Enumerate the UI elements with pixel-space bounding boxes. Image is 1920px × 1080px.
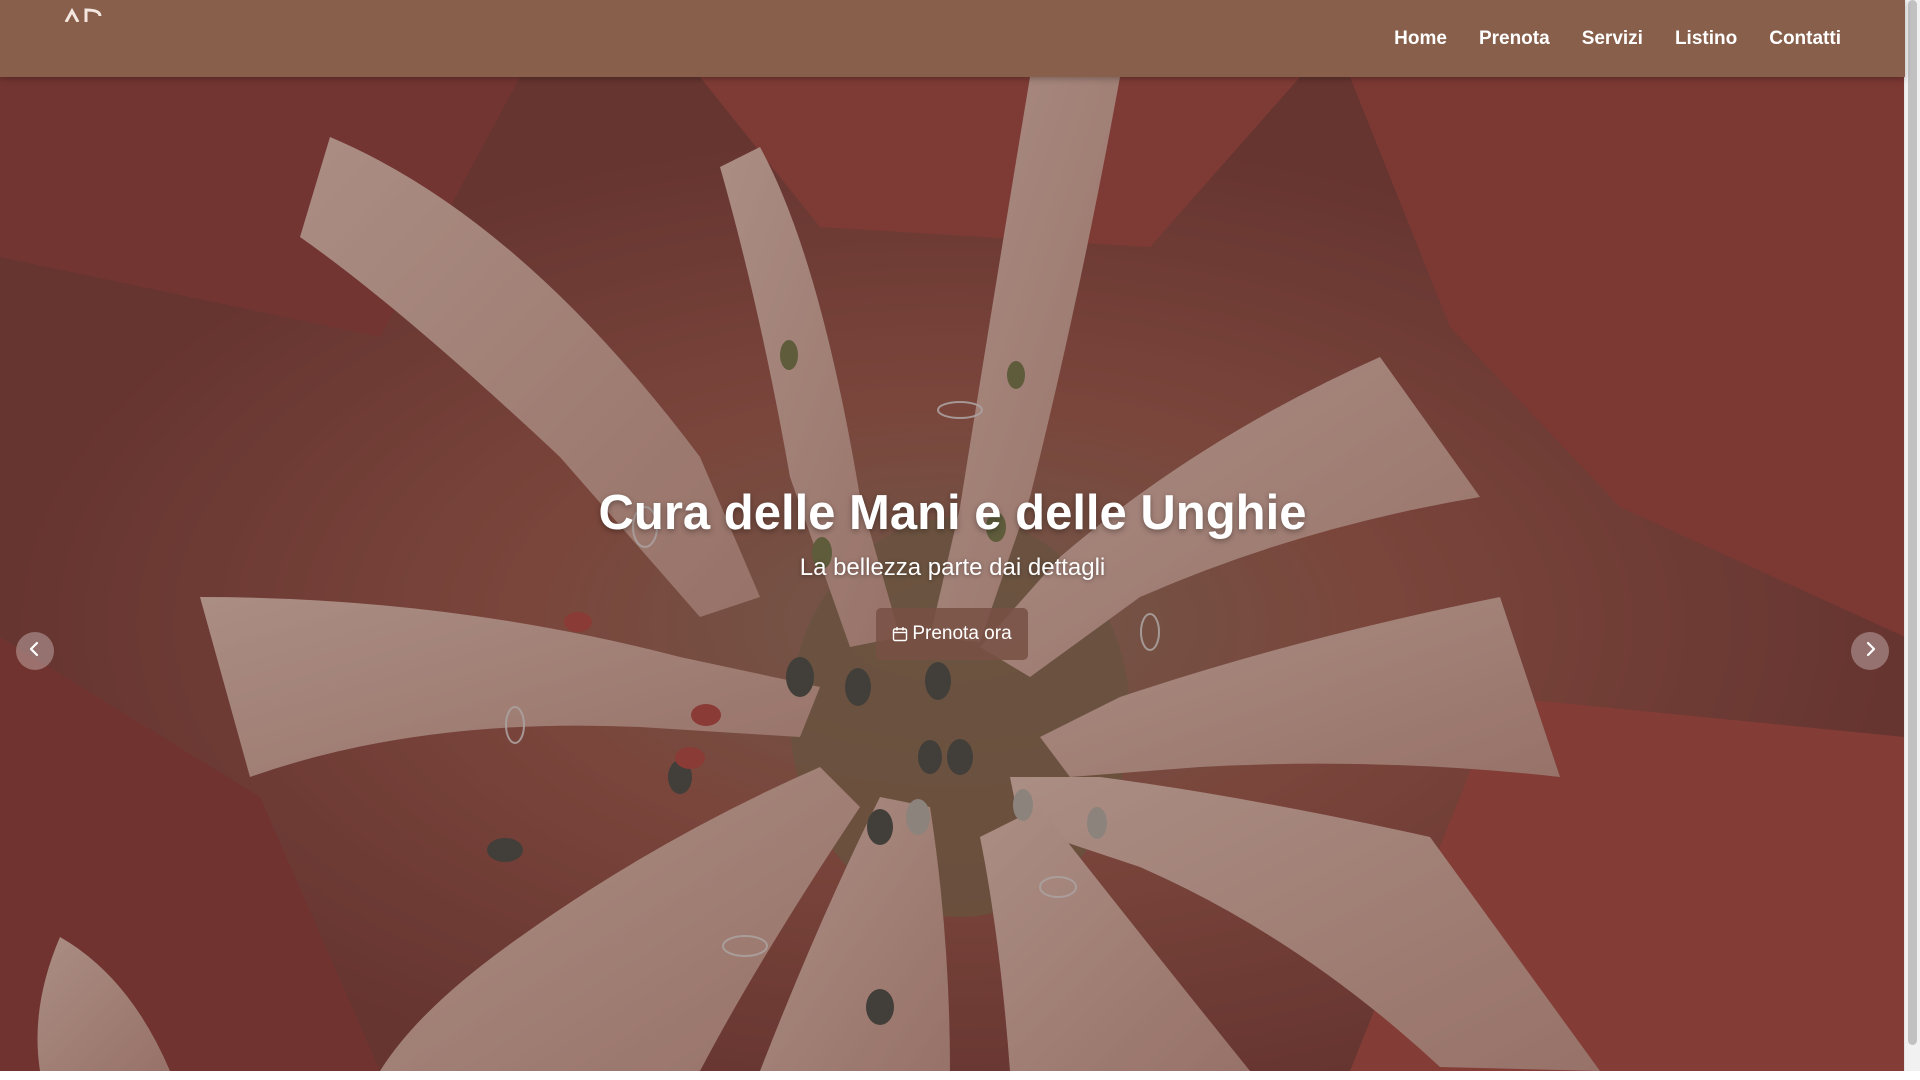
page-scrollbar[interactable] [1904,0,1920,1071]
chevron-right-icon [1863,641,1877,662]
main-nav: Home Prenota Servizi Listino Contatti [1378,0,1857,77]
brand-logo[interactable] [60,8,120,22]
calendar-icon [892,626,908,642]
nav-servizi-link[interactable]: Servizi [1566,0,1659,77]
carousel-prev-button[interactable] [16,632,54,670]
carousel-next-button[interactable] [1851,632,1889,670]
book-now-label: Prenota ora [912,623,1012,644]
chevron-left-icon [28,641,42,662]
nav-listino-link[interactable]: Listino [1659,0,1753,77]
scrollbar-thumb[interactable] [1908,0,1917,1045]
nav-home-link[interactable]: Home [1378,0,1463,77]
nav-contatti-link[interactable]: Contatti [1753,0,1857,77]
nav-prenota-link[interactable]: Prenota [1463,0,1566,77]
page: Home Prenota Servizi Listino Contatti Cu… [0,0,1920,1080]
book-now-button[interactable]: Prenota ora [876,608,1028,660]
navbar: Home Prenota Servizi Listino Contatti [0,0,1905,77]
hero-subtitle: La bellezza parte dai dettagli [799,554,1106,581]
page-bottom-edge [0,1071,1920,1080]
hero-title: Cura delle Mani e delle Unghie [598,486,1307,540]
hero-carousel: Cura delle Mani e delle Unghie La bellez… [0,77,1905,1071]
